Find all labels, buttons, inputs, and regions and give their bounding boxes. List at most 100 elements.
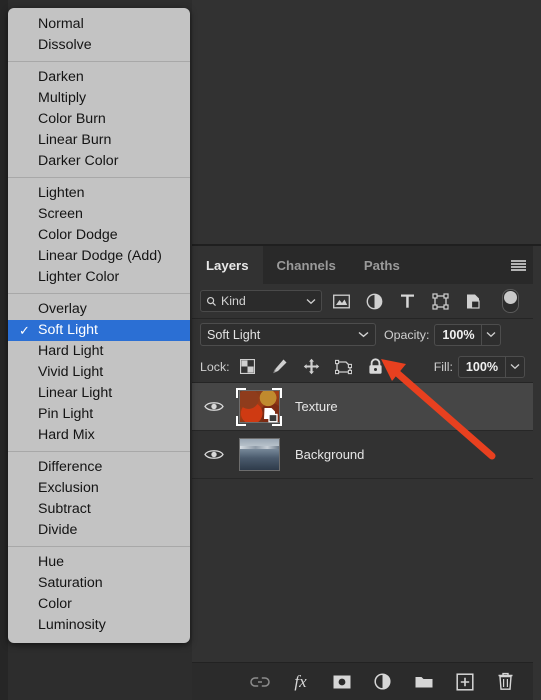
lock-position-icon[interactable] xyxy=(302,357,321,376)
menu-item-luminosity[interactable]: Luminosity xyxy=(8,615,190,636)
menu-item-pin-light[interactable]: Pin Light xyxy=(8,404,190,425)
layers-panel: Layers Channels Paths Kind Soft Light Op… xyxy=(192,246,541,700)
menu-item-hue[interactable]: Hue xyxy=(8,552,190,573)
menu-item-label: Color Dodge xyxy=(38,227,118,243)
menu-item-hard-light[interactable]: Hard Light xyxy=(8,341,190,362)
link-layers-icon[interactable] xyxy=(249,671,271,693)
lock-transparent-pixels-icon[interactable] xyxy=(238,357,257,376)
menu-item-label: Color xyxy=(38,596,72,612)
layer-row-texture[interactable]: Texture xyxy=(192,383,533,431)
menu-separator xyxy=(8,546,190,547)
layers-panel-toolbar: fx xyxy=(192,662,533,700)
opacity-input[interactable]: 100% xyxy=(434,323,482,346)
menu-item-label: Hard Light xyxy=(38,343,104,359)
type-layer-filter-icon[interactable] xyxy=(397,291,417,311)
layer-row-background[interactable]: Background xyxy=(192,431,533,479)
menu-item-screen[interactable]: Screen xyxy=(8,204,190,225)
thumbnail-image xyxy=(238,438,280,471)
menu-item-label: Lighter Color xyxy=(38,269,120,285)
fill-input[interactable]: 100% xyxy=(458,355,505,378)
tab-channels-label: Channels xyxy=(276,257,336,273)
menu-item-label: Screen xyxy=(38,206,83,222)
menu-item-hard-mix[interactable]: Hard Mix xyxy=(8,425,190,446)
filter-toggle-switch[interactable] xyxy=(502,289,519,313)
menu-item-difference[interactable]: Difference xyxy=(8,457,190,478)
layer-thumbnail-background[interactable] xyxy=(236,435,282,475)
smart-object-badge-icon xyxy=(262,407,279,424)
menu-item-color-burn[interactable]: Color Burn xyxy=(8,109,190,130)
menu-item-soft-light[interactable]: ✓ Soft Light xyxy=(8,320,190,341)
window-edge-strip xyxy=(0,0,8,700)
opacity-label: Opacity: xyxy=(384,327,430,342)
layer-style-fx-icon[interactable]: fx xyxy=(290,671,312,693)
menu-item-vivid-light[interactable]: Vivid Light xyxy=(8,362,190,383)
opacity-stepper-button[interactable] xyxy=(481,323,502,346)
menu-item-darken[interactable]: Darken xyxy=(8,67,190,88)
lock-all-icon[interactable] xyxy=(366,357,385,376)
blend-mode-menu[interactable]: Normal Dissolve Darken Multiply Color Burn Li… xyxy=(8,8,190,643)
menu-item-saturation[interactable]: Saturation xyxy=(8,573,190,594)
layer-name-texture[interactable]: Texture xyxy=(295,399,338,414)
layer-list: Texture Background xyxy=(192,383,533,479)
filter-type-icons xyxy=(331,289,519,313)
menu-item-linear-light[interactable]: Linear Light xyxy=(8,383,190,404)
layer-thumbnail-texture[interactable] xyxy=(236,387,282,427)
tab-bar-spacer xyxy=(414,246,503,284)
menu-item-exclusion[interactable]: Exclusion xyxy=(8,478,190,499)
menu-item-divide[interactable]: Divide xyxy=(8,520,190,541)
menu-item-lighten[interactable]: Lighten xyxy=(8,183,190,204)
blend-mode-value: Soft Light xyxy=(207,327,261,342)
menu-item-label: Normal xyxy=(38,16,84,32)
menu-item-subtract[interactable]: Subtract xyxy=(8,499,190,520)
search-icon xyxy=(206,296,216,306)
menu-item-label: Darken xyxy=(38,69,84,85)
lock-label: Lock: xyxy=(200,359,230,374)
menu-item-label: Linear Burn xyxy=(38,132,112,148)
menu-item-overlay[interactable]: Overlay xyxy=(8,299,190,320)
filter-kind-select[interactable]: Kind xyxy=(200,290,322,312)
new-layer-icon[interactable] xyxy=(454,671,476,693)
panel-tab-bar: Layers Channels Paths xyxy=(192,246,533,284)
layer-visibility-toggle-texture[interactable] xyxy=(192,400,236,413)
tab-channels[interactable]: Channels xyxy=(263,246,350,284)
chevron-down-icon xyxy=(487,332,496,338)
menu-item-color[interactable]: Color xyxy=(8,594,190,615)
menu-item-dissolve[interactable]: Dissolve xyxy=(8,35,190,56)
menu-item-darker-color[interactable]: Darker Color xyxy=(8,151,190,172)
new-adjustment-layer-icon[interactable] xyxy=(372,671,394,693)
layer-name-background[interactable]: Background xyxy=(295,447,364,462)
chevron-down-icon xyxy=(510,364,520,370)
add-layer-mask-icon[interactable] xyxy=(331,671,353,693)
shape-layer-filter-icon[interactable] xyxy=(430,291,450,311)
lock-artboard-nesting-icon[interactable] xyxy=(334,357,353,376)
new-group-icon[interactable] xyxy=(413,671,435,693)
layer-filter-row: Kind xyxy=(192,284,533,318)
pixel-layer-filter-icon[interactable] xyxy=(331,291,351,311)
tab-paths-label: Paths xyxy=(363,257,400,273)
fill-stepper-button[interactable] xyxy=(505,355,525,378)
smart-object-filter-icon[interactable] xyxy=(463,291,483,311)
hamburger-icon xyxy=(510,259,526,271)
menu-item-label: Dissolve xyxy=(38,37,92,53)
lock-image-pixels-icon[interactable] xyxy=(270,357,289,376)
menu-item-color-dodge[interactable]: Color Dodge xyxy=(8,225,190,246)
menu-separator xyxy=(8,451,190,452)
menu-item-linear-dodge-add[interactable]: Linear Dodge (Add) xyxy=(8,246,190,267)
adjustment-layer-filter-icon[interactable] xyxy=(364,291,384,311)
tab-layers[interactable]: Layers xyxy=(192,246,263,284)
blend-mode-dropdown[interactable]: Soft Light xyxy=(200,323,376,346)
lock-row: Lock: Fill: 100% xyxy=(192,351,533,382)
menu-item-linear-burn[interactable]: Linear Burn xyxy=(8,130,190,151)
menu-item-normal[interactable]: Normal xyxy=(8,14,190,35)
panel-menu-button[interactable] xyxy=(503,246,533,284)
menu-item-label: Vivid Light xyxy=(38,364,104,380)
menu-item-lighter-color[interactable]: Lighter Color xyxy=(8,267,190,288)
menu-item-multiply[interactable]: Multiply xyxy=(8,88,190,109)
menu-item-label: Pin Light xyxy=(38,406,94,422)
eye-icon xyxy=(204,450,224,459)
tab-paths[interactable]: Paths xyxy=(350,246,414,284)
delete-layer-icon[interactable] xyxy=(495,671,517,693)
menu-item-label: Subtract xyxy=(38,501,91,517)
layer-visibility-toggle-background[interactable] xyxy=(192,448,236,461)
menu-item-label: Color Burn xyxy=(38,111,106,127)
